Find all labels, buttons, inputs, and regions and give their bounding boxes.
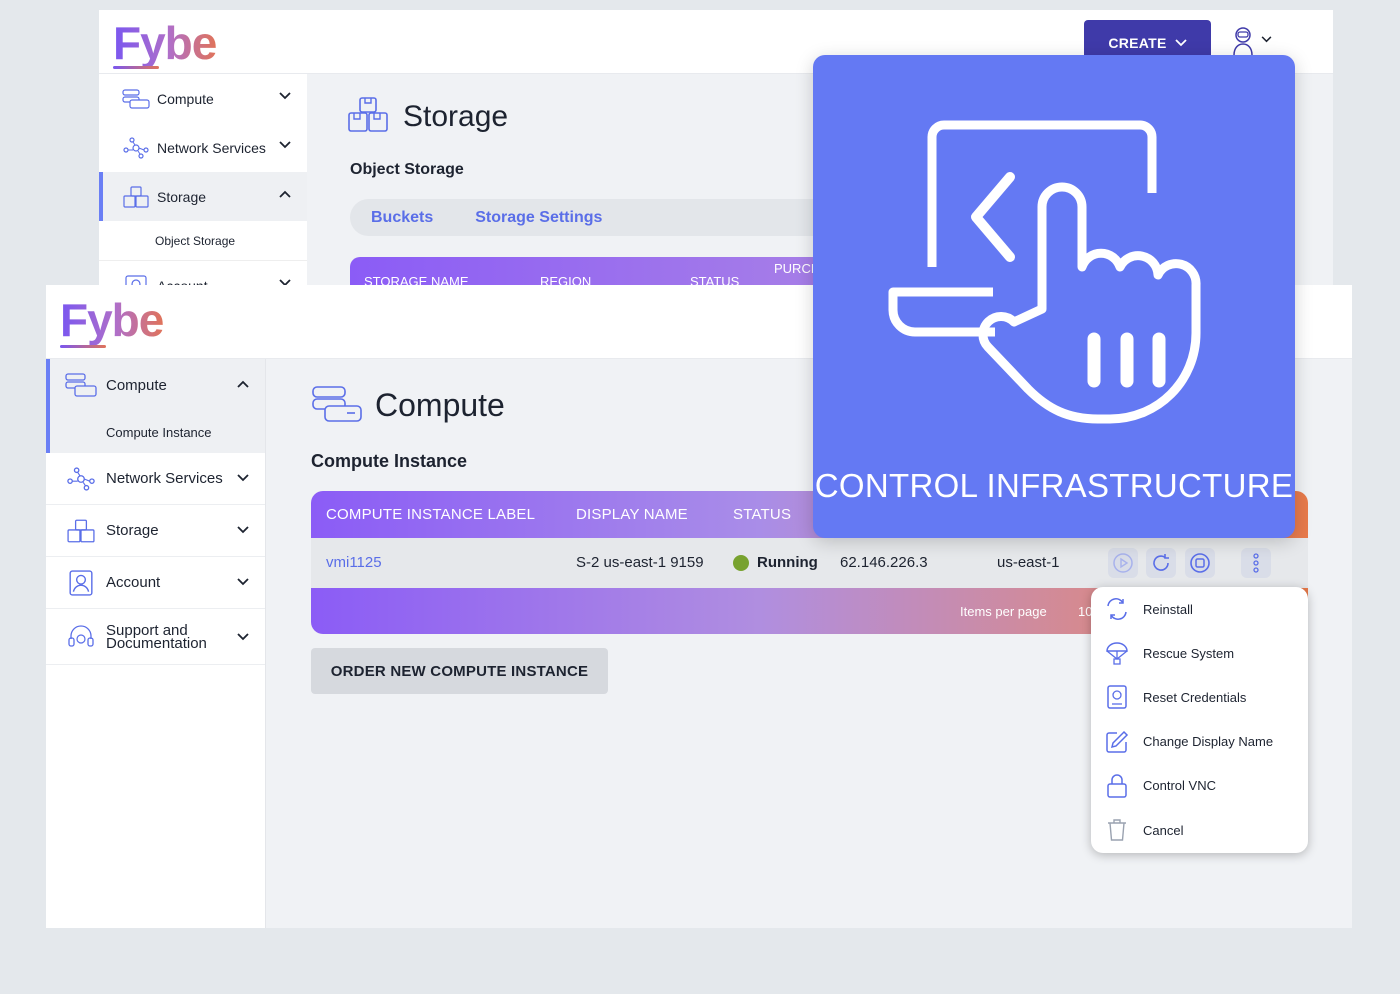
status-text: Running xyxy=(757,554,818,571)
server-icon xyxy=(64,371,98,399)
start-button[interactable] xyxy=(1108,548,1138,578)
support-label-line2: Documentation xyxy=(106,634,207,652)
page-title: Compute xyxy=(375,387,505,423)
sidebar-item-label: Support and Documentation xyxy=(106,623,207,652)
sidebar-item-support[interactable]: Support and Documentation xyxy=(46,609,265,665)
menu-item-label: Change Display Name xyxy=(1143,734,1274,750)
menu-item-rescue-system[interactable]: Rescue System xyxy=(1091,631,1308,675)
trash-icon xyxy=(1105,818,1129,842)
fybe-logo[interactable]: Fybe xyxy=(113,16,217,70)
sidebar-item-account[interactable]: Account xyxy=(99,261,307,286)
items-per-page-label: Items per page xyxy=(960,604,1047,619)
sidebar-item-network-services[interactable]: Network Services xyxy=(99,123,307,172)
section-title: Object Storage xyxy=(350,161,464,178)
account-icon xyxy=(64,569,98,597)
sidebar-item-compute[interactable]: Compute xyxy=(46,359,265,411)
sidebar: Compute Network Services Storage Object … xyxy=(99,74,307,286)
section-title: Compute Instance xyxy=(311,451,468,471)
sidebar-item-label: Compute xyxy=(106,376,167,394)
menu-item-label: Reinstall xyxy=(1143,601,1193,617)
menu-item-cancel[interactable]: Cancel xyxy=(1091,808,1308,852)
tab-storage-settings[interactable]: Storage Settings xyxy=(475,209,602,227)
chevron-down-icon xyxy=(279,92,291,100)
sidebar-item-storage[interactable]: Storage xyxy=(46,505,265,557)
sidebar-subitem-compute-instance[interactable]: Compute Instance xyxy=(46,411,265,453)
column-header[interactable]: STATUS xyxy=(733,506,791,523)
fybe-logo[interactable]: Fybe xyxy=(60,293,164,347)
chevron-down-icon[interactable] xyxy=(1261,36,1272,43)
chevron-up-icon xyxy=(237,380,249,388)
control-infrastructure-card: CONTROL INFRASTRUCTURE xyxy=(813,55,1295,538)
play-icon xyxy=(1113,553,1133,573)
sidebar-item-account[interactable]: Account xyxy=(46,557,265,609)
sidebar-item-compute[interactable]: Compute xyxy=(99,74,307,123)
edit-icon xyxy=(1105,730,1129,754)
table-row: vmi1125 S-2 us-east-1 9159 Running 62.14… xyxy=(311,538,1308,588)
status-indicator xyxy=(733,555,749,571)
sidebar-item-label: Network Services xyxy=(157,139,266,156)
boxes-icon xyxy=(348,97,388,132)
chevron-down-icon xyxy=(237,578,249,586)
lock-icon xyxy=(1105,774,1129,798)
menu-item-control-vnc[interactable]: Control VNC xyxy=(1091,764,1308,808)
sidebar-item-label: Storage xyxy=(106,522,159,539)
more-vertical-icon xyxy=(1253,553,1259,573)
chevron-down-icon xyxy=(1175,39,1187,47)
tab-buckets[interactable]: Buckets xyxy=(371,209,433,227)
network-icon xyxy=(64,465,98,493)
more-actions-button[interactable] xyxy=(1241,548,1271,578)
sidebar-item-storage[interactable]: Storage xyxy=(99,172,307,221)
region: us-east-1 xyxy=(997,554,1060,571)
credentials-icon xyxy=(1105,685,1129,710)
stop-button[interactable] xyxy=(1185,548,1215,578)
menu-item-reset-credentials[interactable]: Reset Credentials xyxy=(1091,675,1308,719)
sidebar-item-label: Storage xyxy=(157,188,207,205)
order-new-compute-instance-button[interactable]: ORDER NEW COMPUTE INSTANCE xyxy=(311,648,608,694)
logo-underline xyxy=(60,345,106,348)
instance-actions-menu: Reinstall Rescue System Reset Credential… xyxy=(1091,587,1308,853)
server-icon xyxy=(312,386,362,422)
menu-item-label: Rescue System xyxy=(1143,645,1235,661)
headset-icon xyxy=(64,623,98,651)
menu-item-label: Control VNC xyxy=(1143,778,1216,794)
card-caption: CONTROL INFRASTRUCTURE xyxy=(814,467,1294,504)
sidebar-item-label: Account xyxy=(106,574,161,591)
logo-underline xyxy=(113,66,159,69)
reinstall-icon xyxy=(1105,597,1129,621)
laptop-pointer-icon xyxy=(888,120,1201,424)
sidebar-item-label: Compute xyxy=(157,90,214,107)
sidebar-item-network-services[interactable]: Network Services xyxy=(46,453,265,505)
menu-item-change-display-name[interactable]: Change Display Name xyxy=(1091,720,1308,764)
parachute-icon xyxy=(1105,641,1129,665)
network-icon xyxy=(121,136,151,160)
column-header[interactable]: DISPLAY NAME xyxy=(576,506,688,523)
menu-item-label: Cancel xyxy=(1143,822,1184,838)
chevron-down-icon xyxy=(237,526,249,534)
chevron-down-icon xyxy=(279,141,291,149)
display-name: S-2 us-east-1 9159 xyxy=(576,554,704,571)
boxes-icon xyxy=(64,517,98,545)
ip-address: 62.146.226.3 xyxy=(840,554,928,571)
stop-icon xyxy=(1190,553,1210,573)
chevron-down-icon xyxy=(237,474,249,482)
server-icon xyxy=(121,87,151,111)
chevron-up-icon xyxy=(279,190,291,198)
sidebar-subitem-object-storage[interactable]: Object Storage xyxy=(99,221,307,261)
chevron-down-icon xyxy=(237,633,249,641)
menu-item-reinstall[interactable]: Reinstall xyxy=(1091,587,1308,631)
sidebar: Compute Compute Instance Network Service… xyxy=(46,359,266,928)
menu-item-label: Reset Credentials xyxy=(1143,689,1247,705)
instance-label-link[interactable]: vmi1125 xyxy=(326,554,382,571)
sidebar-item-label: Network Services xyxy=(106,470,223,487)
create-label: CREATE xyxy=(1108,35,1167,51)
page-title: Storage xyxy=(403,100,509,133)
avatar-icon[interactable] xyxy=(1231,26,1255,56)
restart-icon xyxy=(1153,554,1169,571)
restart-button[interactable] xyxy=(1146,548,1176,578)
boxes-icon xyxy=(121,185,151,209)
column-header[interactable]: COMPUTE INSTANCE LABEL xyxy=(326,506,535,523)
